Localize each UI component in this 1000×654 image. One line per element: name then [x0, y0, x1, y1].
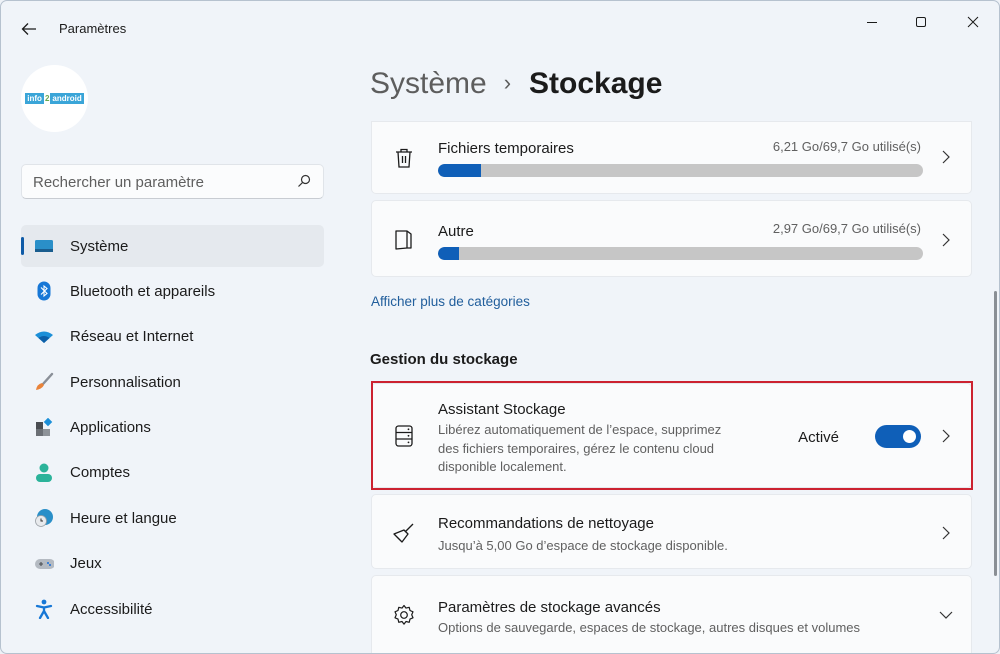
search-box[interactable]	[21, 164, 324, 199]
close-icon	[967, 16, 979, 28]
apps-icon	[34, 417, 54, 438]
advanced-description: Options de sauvegarde, espaces de stocka…	[438, 620, 861, 635]
brush-icon	[34, 372, 54, 392]
broom-icon	[392, 521, 416, 545]
sidebar-item-label: Accessibilité	[70, 600, 153, 618]
toggle-knob	[903, 430, 916, 443]
storage-sense-status: Activé	[798, 429, 839, 446]
chevron-right-icon	[939, 233, 953, 247]
arrow-left-icon	[21, 23, 36, 35]
settings-window: Paramètres info 2 android Système	[0, 0, 1000, 654]
search-icon[interactable]	[297, 174, 311, 188]
logo-part: android	[50, 93, 84, 104]
usage-bar-fill	[438, 247, 459, 260]
app-title: Paramètres	[59, 21, 127, 36]
advanced-title: Paramètres de stockage avancés	[438, 599, 661, 616]
sidebar-item-applications[interactable]: Applications	[21, 407, 324, 449]
sidebar-item-personnalisation[interactable]: Personnalisation	[21, 361, 324, 403]
sidebar-item-comptes[interactable]: Comptes	[21, 452, 324, 494]
sidebar-item-accessibilite[interactable]: Accessibilité	[21, 588, 324, 630]
sidebar-nav: Système Bluetooth et appareils Réseau et…	[21, 225, 324, 634]
bluetooth-icon	[34, 281, 54, 301]
sidebar-item-label: Applications	[70, 419, 151, 437]
scrollbar[interactable]	[994, 291, 997, 576]
sidebar-item-label: Comptes	[70, 464, 131, 482]
sidebar-item-bluetooth[interactable]: Bluetooth et appareils	[21, 270, 324, 312]
monitor-icon	[34, 236, 54, 256]
section-title: Gestion du stockage	[370, 351, 518, 368]
search-input[interactable]	[33, 171, 283, 193]
close-button[interactable]	[950, 7, 996, 37]
maximize-icon	[916, 17, 926, 27]
usage-bar	[438, 164, 923, 177]
sidebar-item-reseau[interactable]: Réseau et Internet	[21, 316, 324, 358]
sidebar-item-label: Heure et langue	[70, 509, 177, 527]
chevron-right-icon	[939, 150, 953, 164]
folder-icon	[392, 228, 416, 252]
show-more-categories-link[interactable]: Afficher plus de catégories	[371, 294, 530, 309]
cleanup-title: Recommandations de nettoyage	[438, 515, 654, 532]
category-title: Autre	[438, 223, 474, 240]
chevron-down-icon	[939, 608, 953, 622]
category-usage: 2,97 Go/69,7 Go utilisé(s)	[772, 221, 921, 236]
gear-icon	[392, 603, 416, 627]
category-temp-files[interactable]: Fichiers temporaires 6,21 Go/69,7 Go uti…	[371, 121, 972, 194]
profile-avatar[interactable]: info 2 android	[21, 65, 88, 132]
person-icon	[34, 463, 54, 483]
category-title: Fichiers temporaires	[438, 140, 574, 157]
logo-part: info	[25, 93, 44, 104]
storage-sense-description: Libérez automatiquement de l’espace, sup…	[438, 422, 722, 474]
chevron-right-icon: ›	[503, 70, 512, 95]
chevron-right-icon	[939, 526, 953, 540]
usage-bar-fill	[438, 164, 482, 177]
sidebar-item-label: Réseau et Internet	[70, 328, 194, 346]
sidebar-item-label: Système	[70, 237, 129, 255]
trash-icon	[392, 146, 416, 170]
title-bar: Paramètres	[1, 1, 999, 49]
gamepad-icon	[34, 554, 54, 574]
page-title: Stockage	[529, 67, 663, 100]
sidebar-item-heure-langue[interactable]: Heure et langue	[21, 497, 324, 539]
chevron-right-icon	[939, 429, 953, 443]
advanced-storage-settings-card[interactable]: Paramètres de stockage avancés Options d…	[371, 575, 972, 653]
sidebar-item-label: Bluetooth et appareils	[70, 282, 216, 300]
breadcrumb: Système › Stockage	[370, 67, 662, 101]
cleanup-description: Jusqu’à 5,00 Go d’espace de stockage dis…	[438, 538, 728, 553]
sidebar-item-label: Personnalisation	[70, 373, 181, 391]
back-button[interactable]	[15, 15, 43, 43]
storage-sense-title: Assistant Stockage	[438, 401, 566, 418]
clock-globe-icon	[34, 508, 54, 528]
category-usage: 6,21 Go/69,7 Go utilisé(s)	[772, 139, 921, 154]
wifi-icon	[34, 327, 54, 347]
usage-bar	[438, 247, 923, 260]
maximize-button[interactable]	[898, 7, 944, 37]
cleanup-recommendations-card[interactable]: Recommandations de nettoyage Jusqu’à 5,0…	[371, 494, 972, 569]
sidebar-item-systeme[interactable]: Système	[21, 225, 324, 267]
category-other[interactable]: Autre 2,97 Go/69,7 Go utilisé(s)	[371, 200, 972, 277]
sidebar-item-jeux[interactable]: Jeux	[21, 543, 324, 585]
accessibility-icon	[34, 599, 54, 620]
sidebar-item-label: Jeux	[70, 555, 102, 573]
minimize-icon	[867, 22, 877, 23]
active-indicator	[21, 237, 24, 255]
storage-sense-toggle[interactable]	[875, 425, 921, 448]
storage-drive-icon	[392, 424, 416, 448]
breadcrumb-parent[interactable]: Système	[370, 67, 487, 101]
storage-sense-card[interactable]: Assistant Stockage Libérez automatiqueme…	[371, 383, 972, 488]
minimize-button[interactable]	[849, 7, 895, 37]
